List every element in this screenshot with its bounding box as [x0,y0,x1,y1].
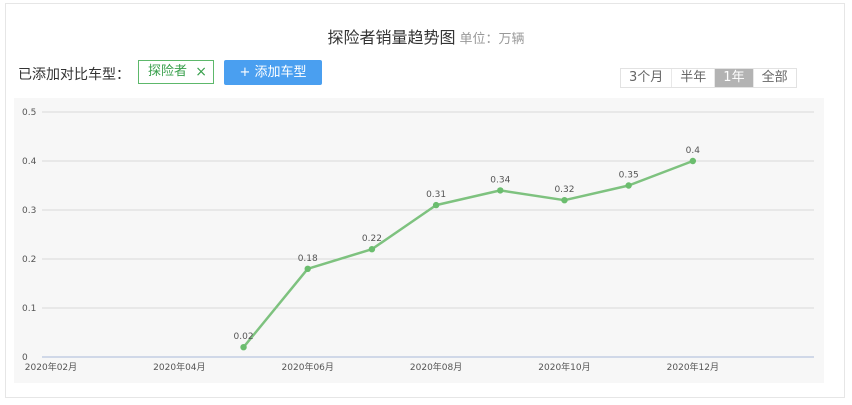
data-point [689,157,697,165]
x-tick-label: 2020年06月 [282,361,334,373]
x-tick-label: 2020年02月 [25,361,77,373]
data-label: 0.34 [490,175,510,185]
y-tick-label: 0.5 [22,108,36,118]
y-tick-label: 0.4 [22,157,37,167]
data-point [561,197,568,204]
data-point [368,246,376,253]
data-label: 0.32 [554,185,574,195]
data-label: 0.22 [362,234,382,244]
x-tick-label: 2020年12月 [667,361,719,373]
x-tick-label: 2020年08月 [410,361,462,373]
data-point [497,187,504,194]
data-label: 0.4 [686,146,701,156]
data-label: 0.35 [619,171,639,181]
x-tick-label: 2020年04月 [153,361,205,373]
sales-line-chart: 0 0.1 0.2 0.3 0.4 0.5 2020年02月 2020年04月 2020年06月… [22,108,814,373]
x-tick-label: 2020年10月 [538,361,590,373]
data-point [240,344,247,351]
y-tick-label: 0 [22,353,28,363]
data-point [625,182,632,189]
data-label: 0.18 [298,254,318,264]
data-point [304,265,311,272]
data-label: 0.31 [426,190,446,200]
y-tick-label: 0.2 [22,255,36,265]
y-tick-label: 0.3 [22,206,36,216]
data-label: 0.02 [234,332,254,342]
y-tick-label: 0.1 [22,304,36,314]
data-point [432,201,440,209]
